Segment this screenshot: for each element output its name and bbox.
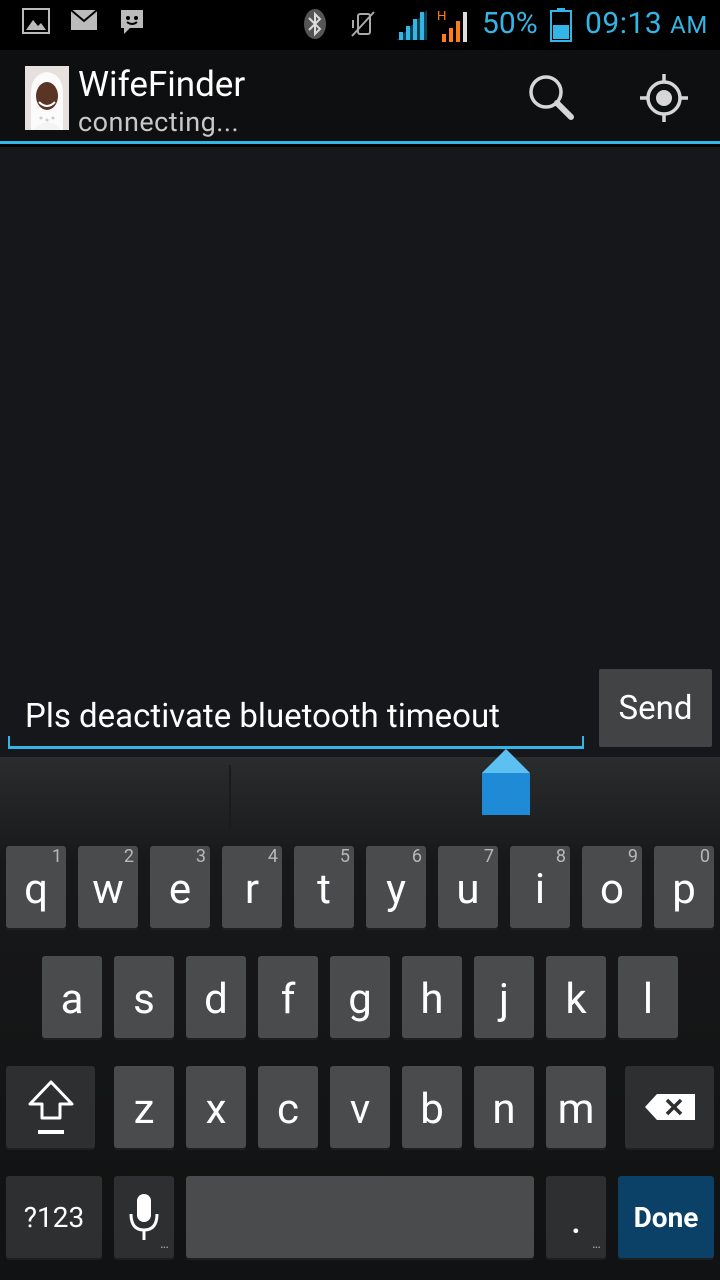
shift-key[interactable]: [6, 1066, 95, 1148]
key-b[interactable]: b: [402, 1066, 462, 1148]
battery-percent: 50%: [482, 6, 538, 41]
message-input-value: Pls deactivate bluetooth timeout: [25, 697, 500, 736]
more-options-indicator: ···: [160, 1240, 169, 1256]
key-m[interactable]: m: [546, 1066, 606, 1148]
message-list[interactable]: [0, 147, 720, 667]
contact-avatar[interactable]: [25, 66, 69, 130]
clock-ampm: AM: [670, 11, 708, 39]
microphone-icon: [129, 1194, 159, 1240]
key-a[interactable]: a: [42, 956, 102, 1038]
conversation-title: WifeFinder: [78, 64, 246, 105]
symbols-key[interactable]: ?123: [6, 1176, 102, 1258]
key-p[interactable]: p0: [654, 846, 714, 928]
signal-icon: [397, 10, 427, 40]
clock: 09:13 AM: [585, 6, 708, 41]
key-d[interactable]: d: [186, 956, 246, 1038]
message-input[interactable]: Pls deactivate bluetooth timeout: [8, 683, 584, 749]
key-n[interactable]: n: [474, 1066, 534, 1148]
key-q[interactable]: q1: [6, 846, 66, 928]
clock-time: 09:13: [585, 6, 663, 41]
key-s[interactable]: s: [114, 956, 174, 1038]
input-underline-left: [8, 736, 10, 746]
suggestion-divider: [229, 765, 231, 829]
mail-icon: [70, 9, 98, 30]
message-composer: Pls deactivate bluetooth timeout Send: [0, 667, 720, 757]
search-button[interactable]: [524, 70, 580, 126]
space-key[interactable]: [186, 1176, 534, 1258]
locate-button[interactable]: [636, 70, 692, 126]
key-k[interactable]: k: [546, 956, 606, 1038]
send-button[interactable]: Send: [599, 669, 712, 747]
more-punctuation-indicator: ···: [592, 1240, 601, 1256]
status-bar: H 50% 09:13 AM: [0, 0, 720, 50]
connection-status: connecting...: [78, 106, 240, 138]
bluetooth-icon: [304, 9, 326, 39]
key-o[interactable]: o9: [582, 846, 642, 928]
key-j[interactable]: j: [474, 956, 534, 1038]
key-i[interactable]: i8: [510, 846, 570, 928]
key-r[interactable]: r4: [222, 846, 282, 928]
picture-icon: [22, 8, 50, 34]
key-y[interactable]: y6: [366, 846, 426, 928]
key-z[interactable]: z: [114, 1066, 174, 1148]
chat-icon: [121, 10, 143, 34]
key-v[interactable]: v: [330, 1066, 390, 1148]
key-x[interactable]: x: [186, 1066, 246, 1148]
done-key[interactable]: Done: [618, 1176, 714, 1258]
key-l[interactable]: l: [618, 956, 678, 1038]
battery-icon: [550, 8, 572, 42]
action-bar: WifeFinder connecting...: [0, 50, 720, 144]
backspace-icon: [644, 1094, 695, 1120]
key-w[interactable]: w2: [78, 846, 138, 928]
vibrate-off-icon: [351, 11, 375, 37]
input-underline-right: [582, 736, 584, 746]
backspace-key[interactable]: [625, 1066, 714, 1148]
shift-icon: [28, 1080, 73, 1134]
svg-text:H: H: [437, 8, 446, 23]
key-c[interactable]: c: [258, 1066, 318, 1148]
key-e[interactable]: e3: [150, 846, 210, 928]
locate-icon: [640, 74, 688, 122]
suggestion-strip[interactable]: [0, 757, 720, 835]
key-f[interactable]: f: [258, 956, 318, 1038]
key-g[interactable]: g: [330, 956, 390, 1038]
hspa-signal-icon: H: [437, 8, 467, 42]
key-h[interactable]: h: [402, 956, 462, 1038]
period-key[interactable]: . ···: [546, 1176, 606, 1258]
key-t[interactable]: t5: [294, 846, 354, 928]
search-icon: [529, 75, 574, 120]
text-cursor-handle[interactable]: [480, 747, 532, 819]
keyboard: q1 w2 e3 r4 t5 y6 u7 i8 o9 p0 a s d f g …: [0, 749, 720, 1280]
voice-input-key[interactable]: ···: [114, 1176, 174, 1258]
key-u[interactable]: u7: [438, 846, 498, 928]
